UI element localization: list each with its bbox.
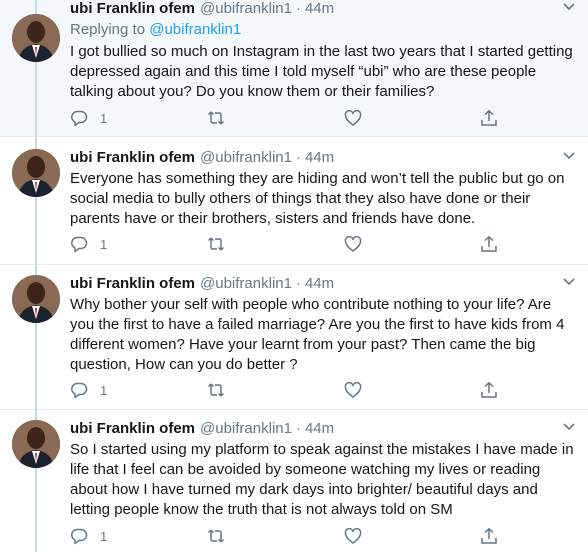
display-name[interactable]: ubi Franklin ofem (70, 275, 195, 293)
thread-connector (35, 468, 37, 552)
thread-connector (35, 62, 37, 137)
tweet-header: ubi Franklin ofem @ubifranklin1 · 44m (70, 0, 576, 18)
tweet-header: ubi Franklin ofem @ubifranklin1 · 44m (70, 275, 576, 293)
share-button[interactable] (480, 380, 500, 400)
retweet-icon (207, 111, 224, 125)
like-button[interactable] (344, 108, 481, 128)
display-name[interactable]: ubi Franklin ofem (70, 149, 195, 167)
chevron-down-icon[interactable] (562, 0, 576, 14)
thread-connector (35, 323, 37, 410)
avatar[interactable] (12, 420, 60, 468)
user-handle[interactable]: @ubifranklin1 (200, 275, 292, 293)
share-icon (481, 235, 498, 252)
timestamp[interactable]: 44m (305, 420, 334, 438)
share-icon (481, 527, 498, 544)
reply-button[interactable]: 1 (70, 380, 207, 400)
avatar-image (12, 420, 60, 468)
thread-connector (35, 265, 37, 275)
chevron-down-icon[interactable] (562, 275, 576, 289)
tweet-actions: 1 (70, 108, 500, 128)
user-handle[interactable]: @ubifranklin1 (200, 0, 292, 18)
separator: · (295, 0, 301, 17)
like-button[interactable] (344, 380, 481, 400)
retweet-button[interactable] (207, 526, 344, 546)
tweet[interactable]: ubi Franklin ofem @ubifranklin1 · 44m Re… (0, 0, 588, 137)
thread-connector (35, 197, 37, 265)
reply-count: 1 (100, 528, 108, 544)
retweet-button[interactable] (207, 108, 344, 128)
avatar-image (12, 14, 60, 62)
share-button[interactable] (480, 234, 500, 254)
share-button[interactable] (480, 526, 500, 546)
tweet-text: So I started using my platform to speak … (70, 441, 574, 518)
retweet-icon (207, 383, 224, 397)
reply-count: 1 (100, 382, 108, 398)
thread-connector (35, 0, 37, 14)
tweet-actions: 1 (70, 526, 500, 546)
heart-icon (344, 527, 361, 544)
reply-icon (71, 236, 88, 253)
tweet-text: Why bother your self with people who con… (70, 296, 565, 373)
retweet-icon (207, 237, 224, 251)
share-icon (481, 109, 498, 126)
avatar-image (12, 149, 60, 197)
reply-button[interactable]: 1 (70, 108, 207, 128)
thread-timeline: ubi Franklin ofem @ubifranklin1 · 44m Re… (0, 0, 588, 552)
reply-icon (71, 382, 88, 399)
retweet-button[interactable] (207, 234, 344, 254)
reply-icon (71, 110, 88, 127)
avatar[interactable] (12, 275, 60, 323)
tweet-header: ubi Franklin ofem @ubifranklin1 · 44m (70, 420, 576, 438)
reply-button[interactable]: 1 (70, 234, 207, 254)
reply-icon (71, 528, 88, 545)
reply-count: 1 (100, 110, 108, 126)
separator: · (295, 275, 301, 292)
tweet[interactable]: ubi Franklin ofem @ubifranklin1 · 44m Wh… (0, 265, 588, 410)
chevron-down-icon[interactable] (562, 420, 576, 434)
timestamp[interactable]: 44m (305, 149, 334, 167)
avatar[interactable] (12, 149, 60, 197)
tweet[interactable]: ubi Franklin ofem @ubifranklin1 · 44m Ev… (0, 137, 588, 265)
user-handle[interactable]: @ubifranklin1 (200, 420, 292, 438)
tweet-text: Everyone has something they are hiding a… (70, 170, 565, 227)
separator: · (295, 149, 301, 166)
chevron-down-icon[interactable] (562, 149, 576, 163)
heart-icon (344, 109, 361, 126)
like-button[interactable] (344, 234, 481, 254)
like-button[interactable] (344, 526, 481, 546)
heart-icon (344, 235, 361, 252)
replying-to: Replying to @ubifranklin1 (70, 20, 576, 40)
separator: · (295, 420, 301, 437)
thread-connector (35, 410, 37, 420)
timestamp[interactable]: 44m (305, 0, 334, 18)
replying-handle-link[interactable]: @ubifranklin1 (149, 21, 241, 38)
replying-prefix: Replying to (70, 21, 146, 38)
timestamp[interactable]: 44m (305, 275, 334, 293)
tweet[interactable]: ubi Franklin ofem @ubifranklin1 · 44m So… (0, 410, 588, 552)
display-name[interactable]: ubi Franklin ofem (70, 420, 195, 438)
reply-button[interactable]: 1 (70, 526, 207, 546)
avatar[interactable] (12, 14, 60, 62)
thread-connector (35, 137, 37, 149)
share-button[interactable] (480, 108, 500, 128)
tweet-header: ubi Franklin ofem @ubifranklin1 · 44m (70, 149, 576, 167)
tweet-actions: 1 (70, 234, 500, 254)
display-name[interactable]: ubi Franklin ofem (70, 0, 195, 18)
tweet-actions: 1 (70, 380, 500, 400)
share-icon (481, 381, 498, 398)
retweet-button[interactable] (207, 380, 344, 400)
avatar-image (12, 275, 60, 323)
tweet-text: I got bullied so much on Instagram in th… (70, 43, 573, 100)
reply-count: 1 (100, 236, 108, 252)
retweet-icon (207, 529, 224, 543)
heart-icon (344, 381, 361, 398)
user-handle[interactable]: @ubifranklin1 (200, 149, 292, 167)
